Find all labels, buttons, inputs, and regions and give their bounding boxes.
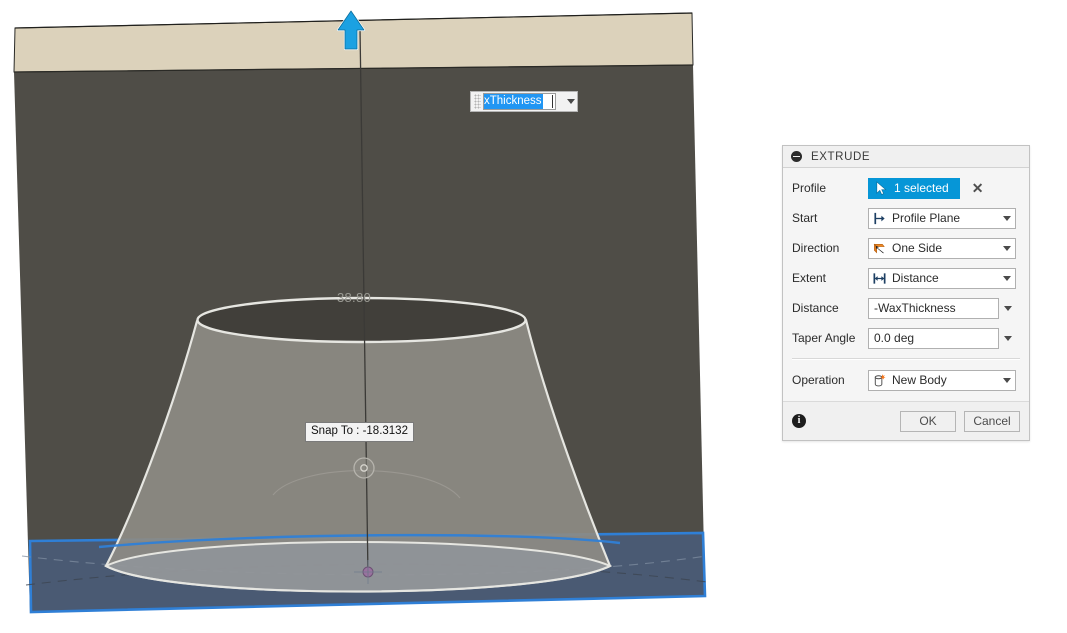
distance-dropdown[interactable] [999, 298, 1016, 319]
operation-dropdown[interactable]: New Body [868, 369, 1016, 391]
row-profile: Profile 1 selected ✕ [783, 173, 1029, 203]
label-extent: Extent [792, 271, 827, 285]
extrude-dimension-label: 38.80 [337, 290, 372, 305]
row-extent: Extent Distance [783, 263, 1029, 293]
canvas-value-input[interactable]: xThickness [470, 91, 578, 112]
new-body-icon [874, 373, 886, 386]
one-side-icon [873, 243, 885, 253]
direction-dropdown[interactable]: One Side [868, 237, 1016, 259]
profile-selection-button[interactable]: 1 selected [868, 177, 960, 199]
cursor-arrow-icon [876, 180, 887, 195]
chevron-down-icon[interactable] [999, 275, 1015, 281]
label-taper-angle: Taper Angle [792, 331, 856, 345]
chevron-down-icon [566, 99, 575, 104]
drag-grip-icon[interactable] [474, 94, 481, 109]
control-profile: 1 selected ✕ [868, 177, 984, 199]
extrude-dialog: EXTRUDE Profile 1 selected ✕ Start Profi… [782, 145, 1030, 441]
taper-angle-input[interactable]: 0.0 deg [868, 327, 999, 349]
label-distance: Distance [792, 301, 839, 315]
collapse-minus-icon[interactable] [791, 151, 802, 162]
row-operation: Operation New Body [783, 365, 1029, 395]
text-caret [552, 95, 553, 108]
row-distance: Distance -WaxThickness [783, 293, 1029, 323]
snap-tooltip: Snap To : -18.3132 [305, 422, 414, 442]
control-distance: -WaxThickness [868, 297, 1016, 319]
dialog-footer: i OK Cancel [783, 402, 1029, 440]
control-taper-angle: 0.0 deg [868, 327, 1016, 349]
label-direction: Direction [792, 241, 840, 255]
3d-viewport[interactable]: 38.80 Snap To : -18.3132 xThickness [0, 0, 710, 633]
close-icon[interactable]: ✕ [972, 181, 984, 195]
operation-value: New Body [892, 373, 947, 387]
center-manipulator [353, 457, 375, 479]
info-icon[interactable]: i [792, 414, 806, 428]
extent-dropdown[interactable]: Distance [868, 267, 1016, 289]
ok-button[interactable]: OK [900, 410, 956, 432]
cancel-button[interactable]: Cancel [964, 410, 1020, 432]
profile-plane-icon [874, 212, 885, 224]
start-dropdown[interactable]: Profile Plane [868, 207, 1016, 229]
chevron-down-icon [1003, 305, 1012, 311]
chevron-down-icon [1003, 335, 1012, 341]
row-taper-angle: Taper Angle 0.0 deg [783, 323, 1029, 353]
direction-value: One Side [892, 241, 943, 255]
row-direction: Direction One Side [783, 233, 1029, 263]
chevron-down-icon[interactable] [999, 377, 1015, 383]
taper-angle-dropdown[interactable] [999, 328, 1016, 349]
canvas-input-dropdown[interactable] [563, 91, 578, 112]
dialog-body: Profile 1 selected ✕ Start Profile Plane… [783, 168, 1029, 402]
dialog-title-bar[interactable]: EXTRUDE [783, 146, 1029, 168]
canvas-input-box[interactable]: xThickness [483, 93, 556, 110]
distance-icon [873, 272, 886, 284]
taper-angle-value: 0.0 deg [874, 331, 915, 345]
extent-value: Distance [892, 271, 939, 285]
label-operation: Operation [792, 373, 845, 387]
section-divider [792, 358, 1020, 360]
distance-input[interactable]: -WaxThickness [868, 297, 999, 319]
distance-value: -WaxThickness [874, 301, 956, 315]
label-start: Start [792, 211, 818, 225]
profile-selection-count: 1 selected [894, 181, 949, 195]
chevron-down-icon[interactable] [999, 215, 1015, 221]
row-start: Start Profile Plane [783, 203, 1029, 233]
canvas-input-value: xThickness [484, 94, 543, 109]
dialog-title: EXTRUDE [811, 150, 871, 163]
start-value: Profile Plane [892, 211, 961, 225]
chevron-down-icon[interactable] [999, 245, 1015, 251]
viewport-scene [13, 9, 708, 614]
label-profile: Profile [792, 181, 827, 195]
